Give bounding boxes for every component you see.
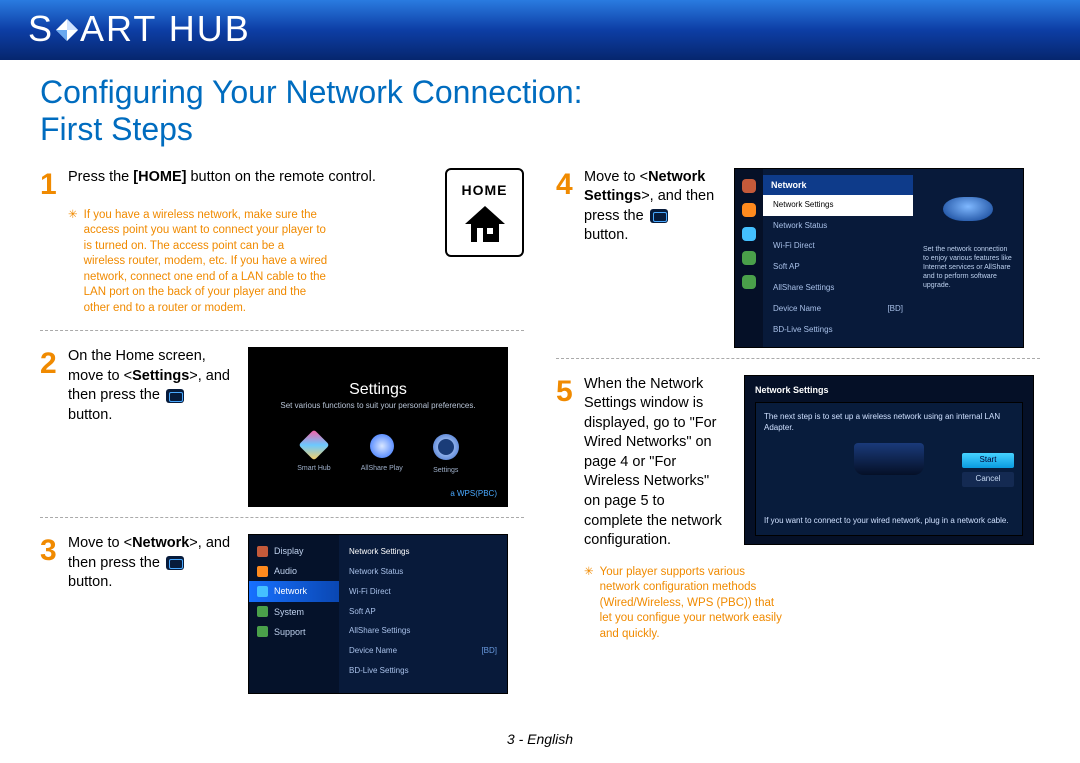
star-icon: ✳	[584, 565, 594, 643]
wizard-screenshot: Network Settings The next step is to set…	[744, 375, 1034, 545]
sidebar-dot	[742, 275, 756, 289]
smarthub-app-icon	[298, 429, 329, 460]
step-2: 2 On the Home screen, move to <Settings>…	[40, 347, 230, 425]
step-1: 1 Press the [HOME] button on the remote …	[40, 168, 437, 200]
brand-bar: S ART HUB	[0, 0, 1080, 60]
menu-item-system: System	[249, 602, 339, 622]
network-menu-screenshot: Display Audio Network System Support Net…	[248, 534, 508, 694]
step-number-1: 1	[40, 170, 68, 200]
diamond-icon	[54, 7, 80, 56]
brand-art: ART	[80, 8, 157, 49]
step-number-4: 4	[556, 170, 584, 200]
sidebar-dot	[742, 203, 756, 217]
enter-button-icon	[650, 209, 668, 223]
menu-item-audio: Audio	[249, 561, 339, 581]
home-label: HOME	[462, 181, 508, 200]
allshare-app-icon	[370, 434, 394, 458]
step-number-2: 2	[40, 349, 68, 379]
home-icon	[463, 204, 507, 244]
left-column: 1 Press the [HOME] button on the remote …	[40, 168, 524, 695]
brand-s: S	[28, 8, 54, 49]
step-number-5: 5	[556, 377, 584, 407]
step-4: 4 Move to <Network Settings>, and then p…	[556, 168, 716, 246]
brand-logo: S ART HUB	[28, 5, 251, 56]
step-5: 5 When the Network Settings window is di…	[556, 375, 726, 551]
sidebar-dot	[742, 251, 756, 265]
menu-item-display: Display	[249, 541, 339, 561]
sidebar-dot	[742, 227, 756, 241]
home-button-illustration: HOME	[445, 168, 524, 257]
sidebar-dot	[742, 179, 756, 193]
brand-hub: HUB	[169, 8, 251, 49]
enter-button-icon	[166, 556, 184, 570]
start-button: Start	[962, 453, 1014, 468]
divider	[40, 330, 524, 331]
settings-screenshot: Settings Set various functions to suit y…	[248, 347, 508, 507]
enter-button-icon	[166, 389, 184, 403]
step-number-3: 3	[40, 536, 68, 566]
settings-app-icon	[433, 434, 459, 460]
menu-item-support: Support	[249, 622, 339, 642]
step-5-note: ✳ Your player supports various network c…	[584, 565, 784, 643]
divider	[40, 517, 524, 518]
page-title: Configuring Your Network Connection:Firs…	[40, 74, 1040, 148]
step-3: 3 Move to <Network>, and then press the …	[40, 534, 230, 593]
laptop-icon	[854, 443, 924, 475]
cancel-button: Cancel	[962, 472, 1014, 487]
router-icon	[943, 197, 993, 221]
page-footer: 3 - English	[0, 730, 1080, 749]
network-settings-screenshot: Network Network Settings Network Status …	[734, 168, 1024, 348]
star-icon: ✳	[68, 208, 78, 317]
step-1-note: ✳ If you have a wireless network, make s…	[68, 208, 328, 317]
menu-item-network: Network	[249, 581, 339, 601]
right-column: 4 Move to <Network Settings>, and then p…	[556, 168, 1040, 695]
divider	[556, 358, 1040, 359]
